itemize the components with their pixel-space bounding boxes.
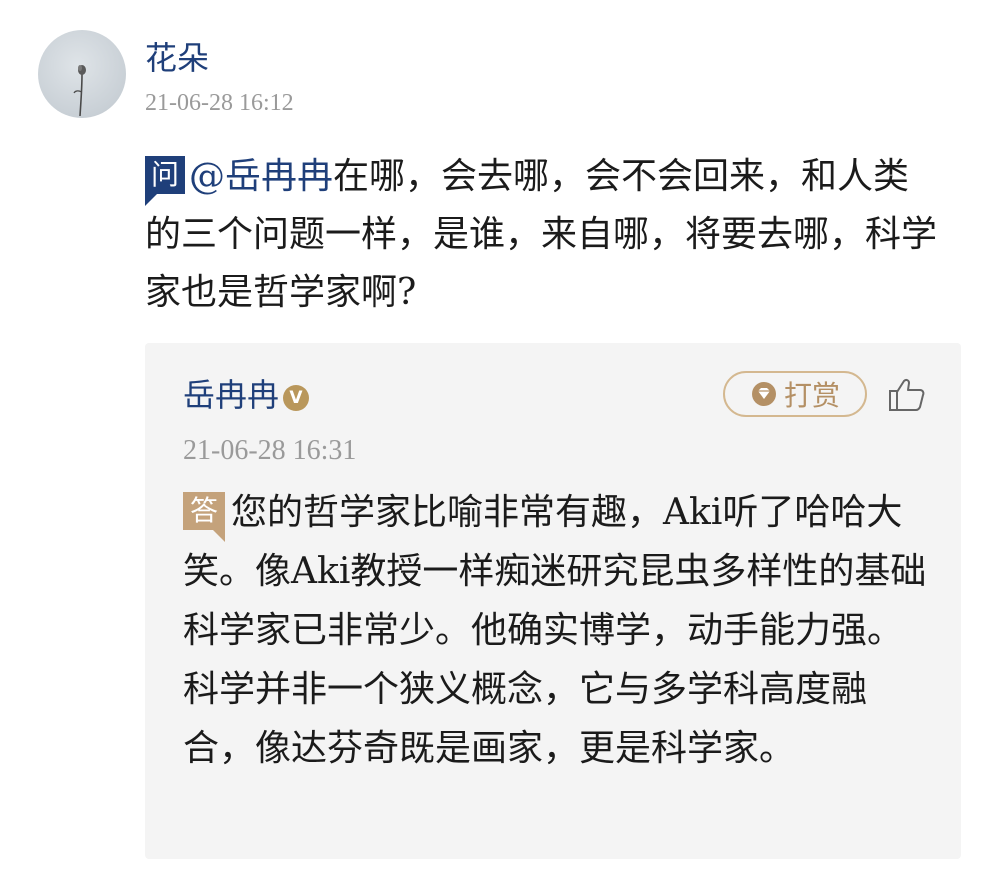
mention-link[interactable]: @岳冉冉 <box>189 156 333 197</box>
question-timestamp: 21-06-28 16:12 <box>145 90 294 116</box>
tip-label: 打赏 <box>783 379 840 412</box>
gem-icon <box>751 382 776 406</box>
reply-card: 岳冉冉 V 打赏 21-06-28 16:31 答您的哲学家比喻非常有趣，Aki听… <box>145 343 961 859</box>
avatar[interactable] <box>38 30 126 118</box>
thumbs-up-icon[interactable] <box>887 377 927 413</box>
question-author-name[interactable]: 花朵 <box>145 36 209 80</box>
question-text-block: 问 @岳冉冉在哪，会去哪，会不会回来，和人类的三个问题一样，是谁，来自哪，将要去哪… <box>145 148 945 322</box>
reply-text: 您的哲学家比喻非常有趣，Aki听了哈哈大笑。像Aki教授一样痴迷研究昆虫多样性的… <box>183 492 927 769</box>
answer-tag: 答 <box>183 492 226 542</box>
flower-avatar-icon <box>73 65 86 117</box>
reply-timestamp: 21-06-28 16:31 <box>183 435 357 466</box>
reply-author-name[interactable]: 岳冉冉 <box>183 376 279 414</box>
verified-badge-icon: V <box>283 385 310 411</box>
reply-author: 岳冉冉 V <box>183 373 310 417</box>
question-tag: 问 <box>145 156 186 206</box>
tip-button[interactable]: 打赏 <box>723 371 867 417</box>
reply-text-block: 答您的哲学家比喻非常有趣，Aki听了哈哈大笑。像Aki教授一样痴迷研究昆虫多样性… <box>183 483 933 778</box>
